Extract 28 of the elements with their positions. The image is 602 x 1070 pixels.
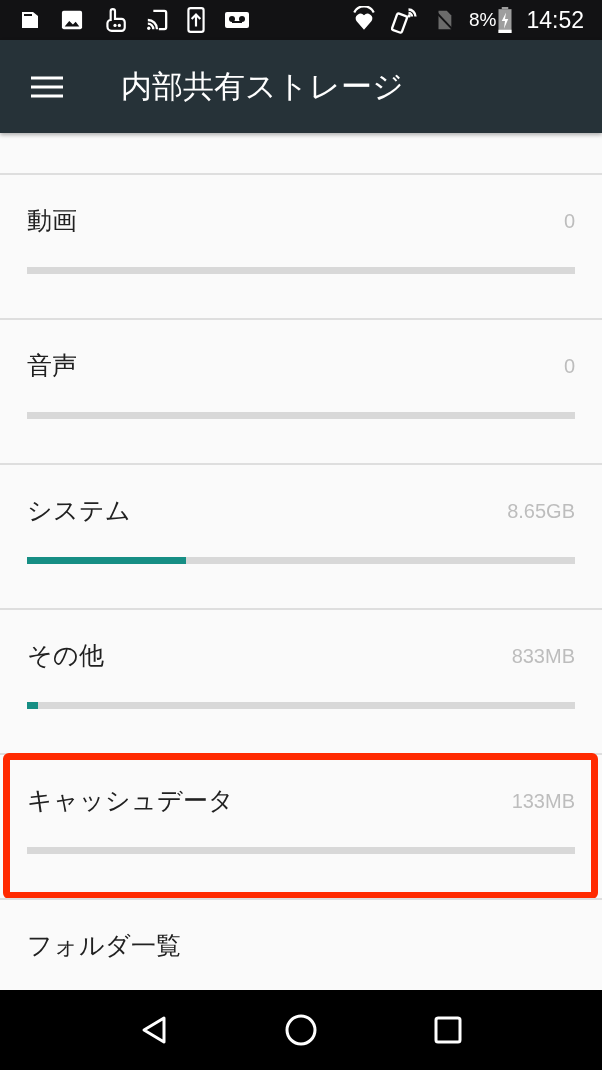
category-label: 動画 (27, 205, 77, 237)
home-icon (285, 1014, 317, 1046)
battery-charging-icon (498, 7, 513, 33)
back-icon (140, 1015, 167, 1045)
usage-value: 133MB (511, 789, 575, 814)
category-label: キャッシュデータ (27, 785, 234, 817)
menu-icon (31, 75, 63, 98)
category-label: その他 (27, 640, 104, 672)
storage-row[interactable]: その他 833MB (0, 608, 602, 753)
clock-time: 14:52 (526, 5, 584, 35)
usage-value: 8.65GB (507, 499, 575, 524)
usage-value: 0 (563, 209, 575, 234)
phone-upload-icon (186, 7, 206, 33)
image-icon (60, 9, 84, 31)
screen-title: 内部共有ストレージ (121, 71, 404, 102)
category-label: フォルダ一覧 (27, 930, 181, 962)
storage-row[interactable]: 動画 0 (0, 173, 602, 318)
recents-icon (434, 1016, 463, 1044)
storage-row[interactable]: キャッシュデータ 133MB (0, 753, 602, 898)
storage-row[interactable]: 音声 0 (0, 318, 602, 463)
battery-percent: 8% (468, 7, 497, 32)
usage-value: 833MB (511, 644, 575, 669)
cast-icon (146, 8, 168, 32)
usage-value: 0 (563, 354, 575, 379)
voicemail-icon (224, 10, 250, 30)
storage-row[interactable]: システム 8.65GB (0, 463, 602, 608)
category-label: 音声 (27, 350, 77, 382)
category-label: システム (27, 495, 131, 527)
